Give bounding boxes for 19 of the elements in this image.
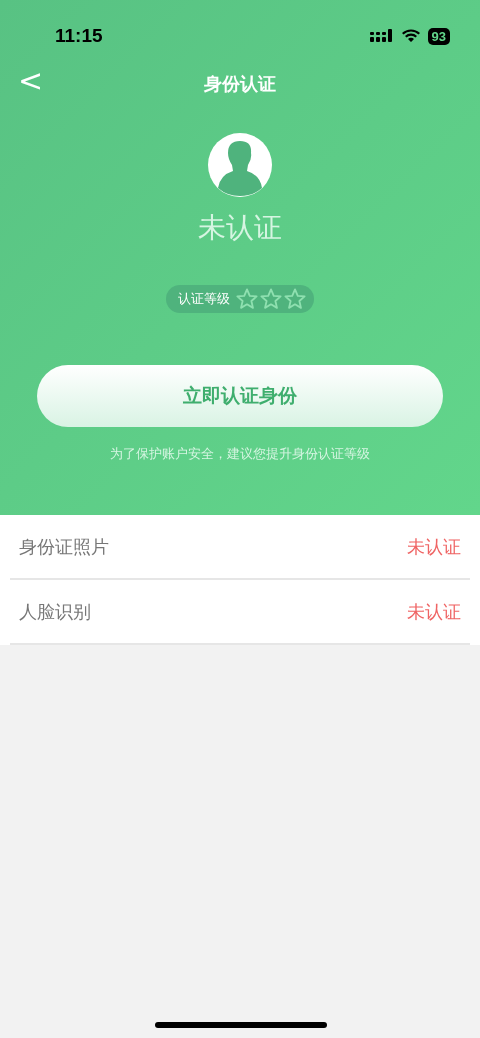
- verification-row[interactable]: 身份证照片 未认证: [10, 515, 470, 580]
- star-icon: [236, 288, 258, 310]
- page-title: 身份认证: [204, 72, 276, 96]
- verify-button[interactable]: 立即认证身份: [37, 365, 443, 427]
- verification-row[interactable]: 人脸识别 未认证: [10, 580, 470, 645]
- wifi-icon: [400, 29, 421, 43]
- status-time: 11:15: [55, 25, 103, 47]
- star-icon: [284, 288, 306, 310]
- level-label: 认证等级: [178, 290, 230, 308]
- star-icon: [260, 288, 282, 310]
- battery-level: 93: [427, 27, 450, 45]
- row-status: 未认证: [407, 534, 461, 559]
- avatar-icon: [208, 133, 272, 197]
- security-hint: 为了保护账户安全，建议您提升身份认证等级: [110, 445, 370, 463]
- row-label: 身份证照片: [19, 534, 109, 559]
- signal-icon: [369, 29, 394, 43]
- row-label: 人脸识别: [19, 599, 91, 624]
- verification-status: 未认证: [198, 210, 282, 246]
- row-status: 未认证: [407, 599, 461, 624]
